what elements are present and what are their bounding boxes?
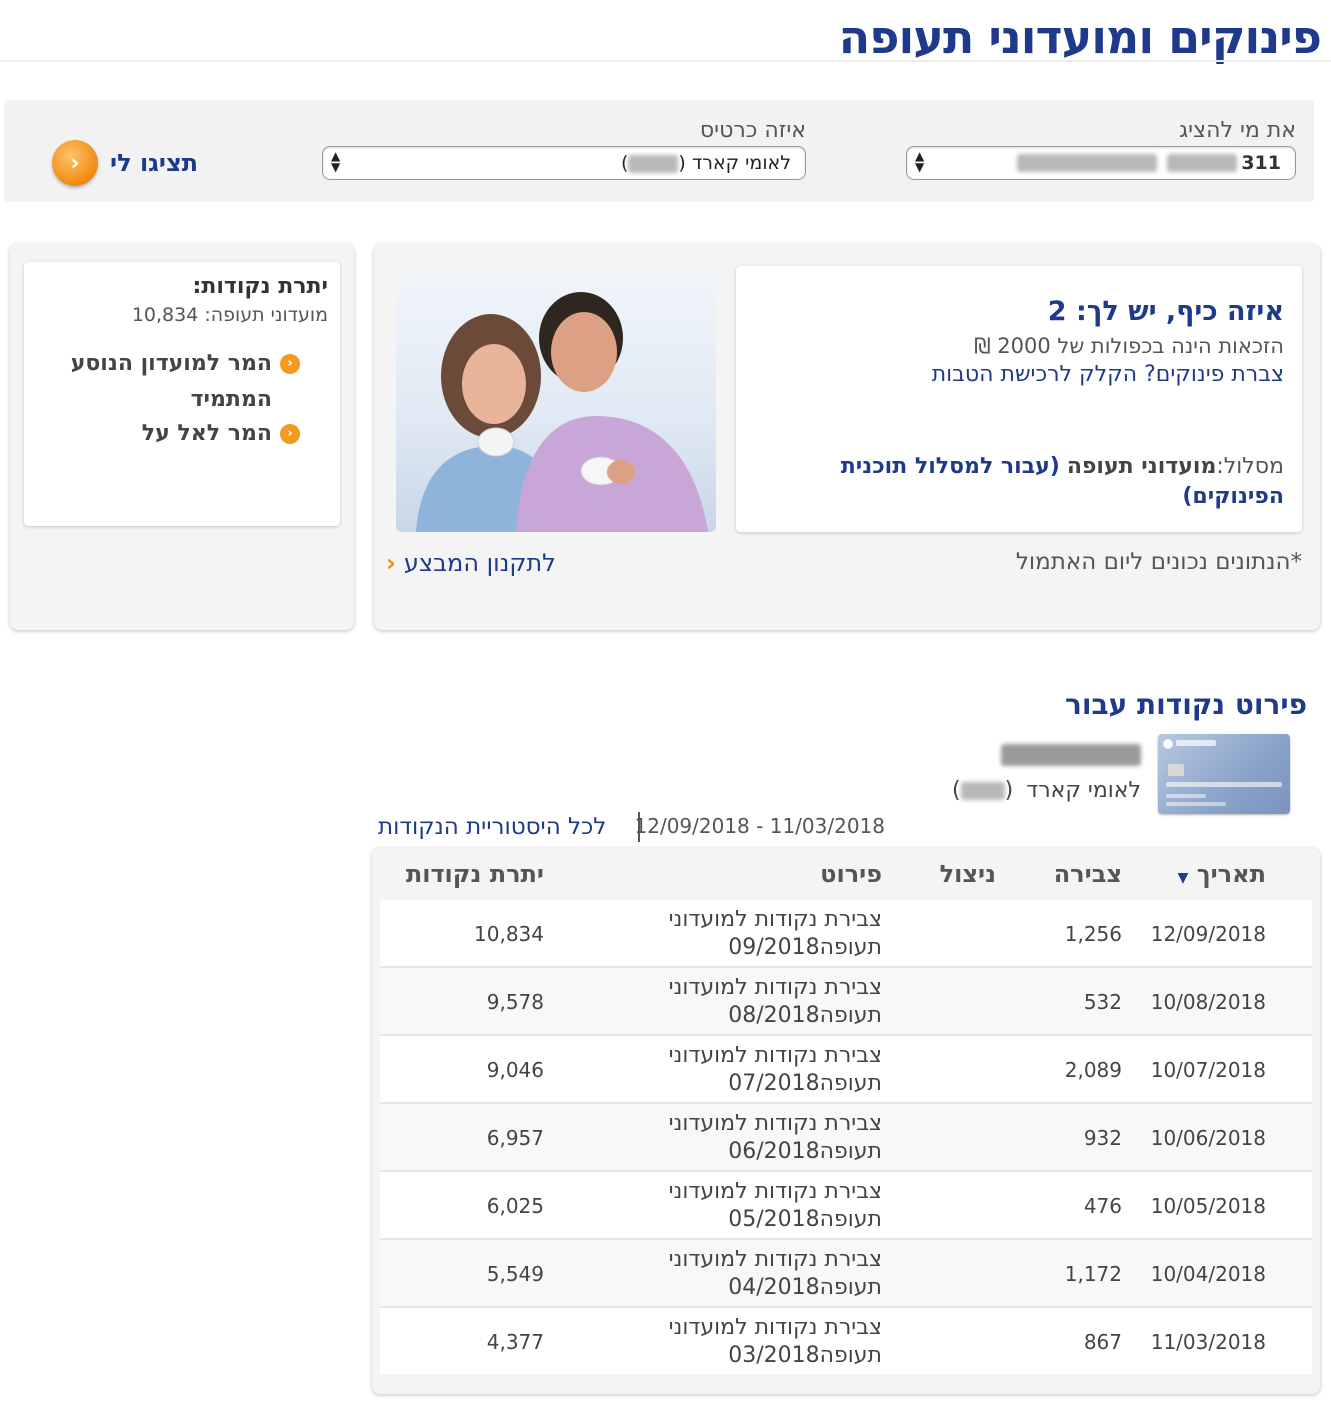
cell-date: 10/07/2018 <box>1150 1058 1266 1082</box>
card-select[interactable]: לאומי קארד () ▲ ▼ <box>322 146 806 180</box>
couple-coffee-photo <box>396 266 716 532</box>
track-name: מועדוני תעופה <box>1066 454 1217 479</box>
chevron-left-icon: ‹ <box>280 424 300 444</box>
cell-balance: 6,025 <box>486 1194 544 1218</box>
chevron-left-icon: ‹ <box>386 549 396 577</box>
cell-desc: צבירת נקודות למועדוני תעופה09/2018 <box>668 907 882 960</box>
column-header-balance: יתרת נקודות <box>405 860 544 888</box>
points-table: תאריך ▼ צבירה ניצול פירוט יתרת נקודות 12… <box>372 848 1320 1394</box>
promo-heading: איזה כיף, יש לך: 2 <box>1047 296 1284 327</box>
cell-desc: צבירת נקודות למועדוני תעופה08/2018 <box>668 975 882 1028</box>
card-suffix: () <box>621 152 686 174</box>
cell-earn: 867 <box>1083 1330 1122 1354</box>
column-header-date[interactable]: תאריך ▼ <box>1178 860 1266 888</box>
cell-earn: 932 <box>1083 1126 1122 1150</box>
cell-balance: 10,834 <box>474 922 544 946</box>
balance-panel: יתרת נקודות: מועדוני תעופה: 10,834 ‹ המר… <box>10 244 354 630</box>
table-body: 12/09/2018 1,256 צבירת נקודות למועדוני ת… <box>380 900 1312 1374</box>
card-name: לאומי קארד () <box>952 778 1141 803</box>
show-me-button[interactable]: תציגו לי ‹ <box>52 140 198 186</box>
cell-balance: 9,046 <box>486 1058 544 1082</box>
data-note: *הנתונים נכונים ליום האתמול <box>1015 549 1302 575</box>
redacted-name <box>1017 154 1158 172</box>
table-row: 10/07/2018 2,089 צבירת נקודות למועדוני ת… <box>380 1036 1312 1104</box>
chevron-left-icon: ‹ <box>52 140 98 186</box>
redacted-id <box>1167 154 1238 172</box>
cell-date: 10/04/2018 <box>1150 1262 1266 1286</box>
column-header-use: ניצול <box>939 860 996 888</box>
card-value: לאומי קארד <box>691 152 791 174</box>
column-date-label: תאריך <box>1196 860 1266 888</box>
table-row: 10/08/2018 532 צבירת נקודות למועדוני תעו… <box>380 968 1312 1036</box>
cell-desc: צבירת נקודות למועדוני תעופה06/2018 <box>668 1111 882 1164</box>
table-row: 11/03/2018 867 צבירת נקודות למועדוני תעו… <box>380 1308 1312 1374</box>
cell-date: 10/08/2018 <box>1150 990 1266 1014</box>
track-line: מסלול:מועדוני תעופה (עבור למסלול תוכנית … <box>814 452 1284 512</box>
column-header-desc: פירוט <box>820 860 882 888</box>
convert-elal-label: המר לאל על <box>141 421 272 446</box>
cell-date: 10/06/2018 <box>1150 1126 1266 1150</box>
cell-earn: 1,172 <box>1064 1262 1122 1286</box>
cell-balance: 6,957 <box>486 1126 544 1150</box>
cell-desc: צבירת נקודות למועדוני תעופה03/2018 <box>668 1315 882 1368</box>
convert-frequent-flyer-label: המר למועדון הנוסע המתמיד <box>70 351 272 412</box>
card-suffix: () <box>952 778 1014 803</box>
regulations-label: לתקנון המבצע <box>403 549 556 577</box>
purchase-benefits-link[interactable]: צברת פינוקים? הקלק לרכישת הטבות <box>932 362 1284 387</box>
card-name-label: לאומי קארד <box>1026 778 1141 803</box>
balance-box: יתרת נקודות: מועדוני תעופה: 10,834 ‹ המר… <box>24 262 340 526</box>
who-label: את מי להציג <box>1179 118 1296 143</box>
balance-value: מועדוני תעופה: 10,834 <box>131 304 328 326</box>
promo-panel: איזה כיף, יש לך: 2 הזכאות הינה בכפולות ש… <box>374 244 1320 630</box>
cell-desc: צבירת נקודות למועדוני תעופה04/2018 <box>668 1247 882 1300</box>
cell-balance: 9,578 <box>486 990 544 1014</box>
table-row: 10/04/2018 1,172 צבירת נקודות למועדוני ת… <box>380 1240 1312 1308</box>
convert-frequent-flyer-link[interactable]: ‹ המר למועדון הנוסע המתמיד <box>60 346 300 418</box>
card-holder-name <box>1001 744 1141 766</box>
cell-date: 11/03/2018 <box>1150 1330 1266 1354</box>
cell-desc: צבירת נקודות למועדוני תעופה05/2018 <box>668 1179 882 1232</box>
table-row: 10/05/2018 476 צבירת נקודות למועדוני תעו… <box>380 1172 1312 1240</box>
who-select[interactable]: 311 ▲ ▼ <box>906 146 1296 180</box>
details-title: פירוט נקודות עבור <box>1065 688 1307 721</box>
cell-balance: 4,377 <box>486 1330 544 1354</box>
table-row: 12/09/2018 1,256 צבירת נקודות למועדוני ת… <box>380 900 1312 968</box>
filter-bar: את מי להציג 311 ▲ ▼ איזה כרטיס לאומי קארד… <box>4 100 1314 202</box>
page-title: פינוקים ומועדוני תעופה <box>838 10 1322 64</box>
sort-down-icon: ▼ <box>1177 870 1189 886</box>
points-history-link[interactable]: לכל היסטוריית הנקודות <box>378 814 606 840</box>
table-row: 10/06/2018 932 צבירת נקודות למועדוני תעו… <box>380 1104 1312 1172</box>
who-value: 311 <box>1241 152 1281 174</box>
column-header-earn: צבירה <box>1053 860 1122 888</box>
cell-earn: 2,089 <box>1064 1058 1122 1082</box>
track-prefix: מסלול: <box>1216 454 1284 479</box>
regulations-link[interactable]: לתקנון המבצע ‹ <box>386 549 556 577</box>
convert-elal-link[interactable]: ‹ המר לאל על <box>142 416 300 452</box>
cell-balance: 5,549 <box>486 1262 544 1286</box>
cell-desc: צבירת נקודות למועדוני תעופה07/2018 <box>668 1043 882 1096</box>
card-label: איזה כרטיס <box>699 118 806 143</box>
range-separator <box>638 812 640 842</box>
credit-card-image <box>1158 734 1290 814</box>
promo-text: הזכאות הינה בכפולות של 2000 ₪ <box>974 334 1284 358</box>
show-me-label: תציגו לי <box>110 149 199 177</box>
cell-earn: 532 <box>1083 990 1122 1014</box>
balance-title: יתרת נקודות: <box>192 274 328 299</box>
select-arrows-icon: ▲ ▼ <box>331 149 341 174</box>
date-range: 11/03/2018 - 12/09/2018 <box>634 814 886 838</box>
cell-date: 10/05/2018 <box>1150 1194 1266 1218</box>
cell-earn: 1,256 <box>1064 922 1122 946</box>
cell-date: 12/09/2018 <box>1150 922 1266 946</box>
chevron-left-icon: ‹ <box>280 354 300 374</box>
cell-earn: 476 <box>1083 1194 1122 1218</box>
select-arrows-icon: ▲ ▼ <box>915 149 925 174</box>
promo-box: איזה כיף, יש לך: 2 הזכאות הינה בכפולות ש… <box>736 266 1302 532</box>
title-divider <box>0 60 1331 62</box>
